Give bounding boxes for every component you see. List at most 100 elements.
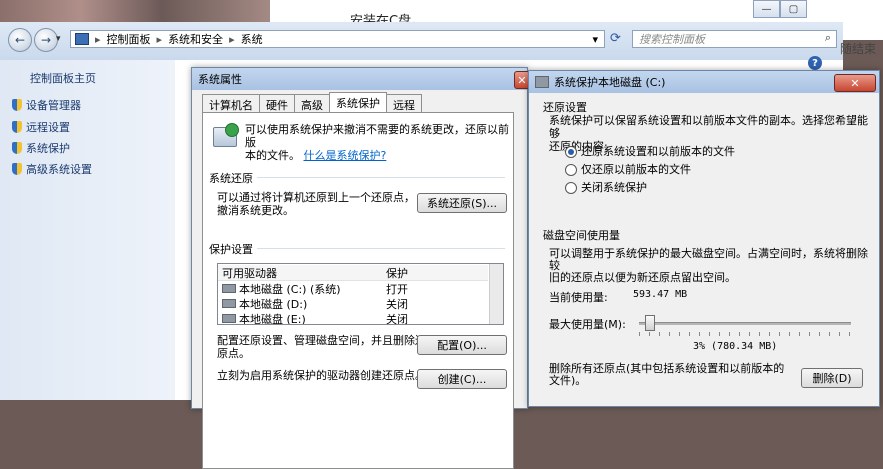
- restore-description: 可以通过将计算机还原到上一个还原点， 撤消系统更改。: [217, 191, 415, 217]
- drive-icon: [222, 298, 236, 308]
- close-button[interactable]: ✕: [834, 74, 876, 92]
- back-button[interactable]: ←: [8, 28, 32, 52]
- column-header-protection[interactable]: 保护: [386, 265, 408, 281]
- search-icon[interactable]: ⌕: [825, 31, 831, 45]
- dialog-title: 系统属性: [198, 73, 242, 86]
- max-usage-slider-track[interactable]: [639, 322, 851, 325]
- option-restore-files[interactable]: 仅还原以前版本的文件: [565, 161, 691, 177]
- intro-line-2: 本的文件。 什么是系统保护?: [245, 149, 510, 162]
- drive-row[interactable]: 本地磁盘 (D:) 关闭: [218, 296, 488, 311]
- window-controls: — ▢: [753, 0, 807, 18]
- shield-icon: [12, 99, 22, 111]
- drive-icon: [222, 313, 236, 323]
- system-protection-pane: 可以使用系统保护来撤消不需要的系统更改，还原以前版 本的文件。 什么是系统保护?…: [202, 112, 514, 469]
- what-is-system-protection-link[interactable]: 什么是系统保护?: [304, 149, 387, 162]
- sidebar-item-label: 远程设置: [26, 121, 70, 134]
- disk-usage-label: 磁盘空间使用量: [543, 229, 620, 242]
- list-scrollbar[interactable]: [489, 264, 503, 324]
- list-header: 可用驱动器 保护: [218, 265, 488, 281]
- drive-list[interactable]: 可用驱动器 保护 本地磁盘 (C:) (系统) 打开 本地磁盘 (D:) 关闭 …: [217, 263, 504, 325]
- dialog-title: 系统保护本地磁盘 (C:): [554, 76, 666, 89]
- sidebar-item-remote[interactable]: 远程设置: [12, 119, 70, 135]
- delete-desc-line: 文件)。: [549, 374, 587, 387]
- minimize-button[interactable]: —: [753, 0, 780, 18]
- breadcrumb-item[interactable]: 系统和安全: [168, 31, 223, 47]
- slider-ticks: [639, 332, 851, 336]
- option-label: 仅还原以前版本的文件: [581, 163, 691, 176]
- max-usage-readout: 3% (780.34 MB): [693, 341, 778, 352]
- address-dropdown-icon[interactable]: ▾: [592, 33, 598, 46]
- column-header-drive[interactable]: 可用驱动器: [222, 265, 277, 281]
- config-desc-line: 配置还原设置、管理磁盘空间，并且删除还: [217, 334, 426, 347]
- close-icon: ✕: [850, 76, 860, 90]
- restore-desc-line: 可以通过将计算机还原到上一个还原点，: [217, 191, 415, 204]
- shield-icon: [12, 163, 22, 175]
- disk-usage-description: 可以调整用于系统保护的最大磁盘空间。占满空间时，系统将删除较 旧的还原点以便为新…: [549, 248, 869, 284]
- dialog-titlebar: 系统属性: [192, 68, 527, 90]
- protection-section-label: 保护设置: [209, 241, 257, 257]
- option-restore-all[interactable]: 还原系统设置和以前版本的文件: [565, 143, 735, 159]
- shield-icon: [12, 142, 22, 154]
- search-placeholder: 搜索控制面板: [639, 33, 705, 46]
- refresh-icon[interactable]: ⟳: [610, 31, 621, 46]
- disk-desc-line: 可以调整用于系统保护的最大磁盘空间。占满空间时，系统将删除较: [549, 247, 868, 272]
- max-usage-slider-thumb[interactable]: [645, 315, 656, 331]
- option-label: 还原系统设置和以前版本的文件: [581, 145, 735, 158]
- drive-label: 本地磁盘 (D:): [239, 297, 308, 311]
- breadcrumb-item[interactable]: 系统: [241, 31, 263, 47]
- restore-section-label: 系统还原: [209, 170, 257, 186]
- radio-button[interactable]: [565, 164, 577, 176]
- drive-icon: [222, 283, 236, 293]
- sidebar-item-label: 设备管理器: [26, 99, 81, 112]
- radio-button[interactable]: [565, 146, 577, 158]
- control-panel-icon: [75, 33, 89, 45]
- drive-row[interactable]: 本地磁盘 (E:) 关闭: [218, 311, 488, 325]
- option-label: 关闭系统保护: [581, 181, 647, 194]
- delete-description: 删除所有还原点(其中包括系统设置和以前版本的 文件)。: [549, 363, 799, 387]
- config-description: 配置还原设置、管理磁盘空间，并且删除还 原点。: [217, 334, 426, 360]
- max-usage-label: 最大使用量(M):: [549, 318, 626, 331]
- intro-text: 可以使用系统保护来撤消不需要的系统更改，还原以前版 本的文件。 什么是系统保护?: [245, 123, 510, 162]
- drive-name: 本地磁盘 (D:): [222, 296, 307, 312]
- drive-label: 本地磁盘 (E:): [239, 312, 306, 325]
- create-button[interactable]: 创建(C)...: [417, 369, 507, 389]
- restore-settings-desc-line: 系统保护可以保留系统设置和以前版本文件的副本。选择您希望能够: [549, 114, 868, 140]
- delete-button[interactable]: 删除(D): [801, 368, 863, 388]
- configure-button[interactable]: 配置(O)...: [417, 335, 507, 355]
- address-bar[interactable]: ▸ 控制面板 ▸ 系统和安全 ▸ 系统 ▾: [70, 30, 605, 48]
- sidebar: 控制面板主页 设备管理器 远程设置 系统保护 高级系统设置: [0, 60, 175, 400]
- config-desc-line: 原点。: [217, 347, 250, 360]
- drive-label: 本地磁盘 (C:) (系统): [239, 282, 341, 296]
- back-icon: ←: [14, 33, 26, 47]
- current-usage-value: 593.47 MB: [633, 289, 688, 300]
- sidebar-item-advanced[interactable]: 高级系统设置: [12, 161, 92, 177]
- shield-icon: [12, 121, 22, 133]
- system-properties-dialog: 系统属性 ✕ 计算机名 硬件 高级 系统保护 远程 可以使用系统保护来撤消不需要…: [191, 67, 530, 469]
- system-protection-icon: [213, 123, 239, 149]
- search-input[interactable]: 搜索控制面板 ⌕: [632, 30, 837, 48]
- drive-protection-status: 打开: [386, 282, 408, 296]
- drive-name: 本地磁盘 (E:): [222, 311, 306, 325]
- drive-row[interactable]: 本地磁盘 (C:) (系统) 打开: [218, 281, 488, 296]
- maximize-button[interactable]: ▢: [780, 0, 807, 18]
- restore-settings-label: 还原设置: [543, 101, 587, 114]
- sidebar-item-label: 高级系统设置: [26, 163, 92, 176]
- breadcrumb-item[interactable]: 控制面板: [107, 31, 151, 47]
- option-turn-off[interactable]: 关闭系统保护: [565, 179, 647, 195]
- drive-name: 本地磁盘 (C:) (系统): [222, 281, 341, 297]
- dialog-titlebar: 系统保护本地磁盘 (C:): [529, 71, 879, 93]
- sidebar-home-link[interactable]: 控制面板主页: [30, 70, 96, 86]
- system-restore-button[interactable]: 系统还原(S)...: [417, 193, 507, 213]
- sidebar-item-system-protection[interactable]: 系统保护: [12, 140, 70, 156]
- drive-protection-status: 关闭: [386, 297, 408, 311]
- recent-pages-dropdown-icon[interactable]: ▾: [56, 34, 61, 44]
- create-description: 立刻为启用系统保护的驱动器创建还原点。: [217, 369, 426, 382]
- forward-button[interactable]: →: [34, 28, 58, 52]
- system-protection-disk-dialog: 系统保护本地磁盘 (C:) ✕ 还原设置 系统保护可以保留系统设置和以前版本文件…: [528, 70, 880, 407]
- current-usage-label: 当前使用量:: [549, 291, 608, 304]
- help-icon[interactable]: ?: [808, 56, 822, 70]
- radio-button[interactable]: [565, 182, 577, 194]
- delete-desc-line: 删除所有还原点(其中包括系统设置和以前版本的: [549, 362, 785, 375]
- sidebar-item-device-manager[interactable]: 设备管理器: [12, 97, 81, 113]
- forward-icon: →: [40, 33, 52, 47]
